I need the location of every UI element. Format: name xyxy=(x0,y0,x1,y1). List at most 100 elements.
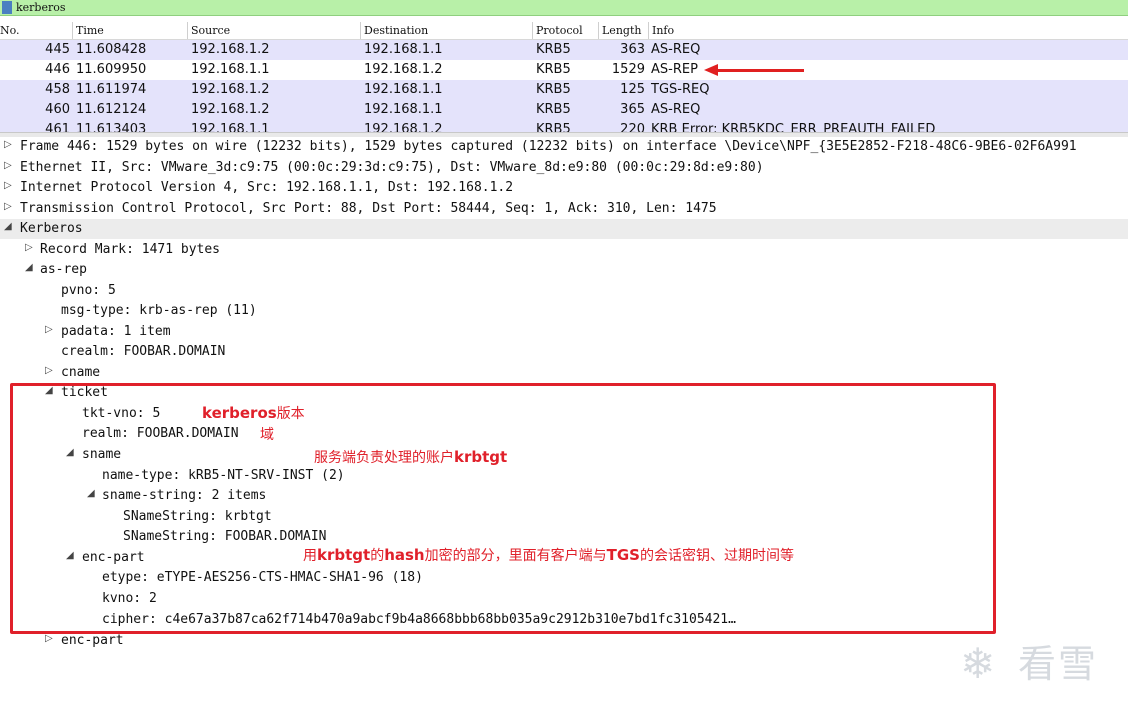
tree-item-padata[interactable]: ▷ padata: 1 item xyxy=(0,322,1128,342)
packet-length: 365 xyxy=(620,102,645,117)
tree-item-ip[interactable]: ▷ Internet Protocol Version 4, Src: 192.… xyxy=(0,178,1128,198)
packet-row[interactable]: 458 11.611974 192.168.1.2 192.168.1.1 KR… xyxy=(0,80,1128,100)
packet-destination: 192.168.1.1 xyxy=(364,42,443,57)
packet-source: 192.168.1.2 xyxy=(191,82,270,97)
packet-info: KRB Error: KRB5KDC_ERR_PREAUTH_FAILED xyxy=(651,122,936,132)
packet-info: TGS-REQ xyxy=(651,82,710,97)
column-divider[interactable] xyxy=(72,22,73,39)
tree-item-ethernet[interactable]: ▷ Ethernet II, Src: VMware_3d:c9:75 (00:… xyxy=(0,158,1128,178)
packet-source: 192.168.1.2 xyxy=(191,42,270,57)
tree-item-label: Ethernet II, Src: VMware_3d:c9:75 (00:0c… xyxy=(20,160,764,175)
tree-item-label: Internet Protocol Version 4, Src: 192.16… xyxy=(20,180,514,195)
col-header-info[interactable]: Info xyxy=(652,23,674,38)
packet-destination: 192.168.1.1 xyxy=(364,82,443,97)
tree-item-crealm[interactable]: crealm: FOOBAR.DOMAIN xyxy=(0,342,1128,362)
expand-arrow-icon[interactable]: ▷ xyxy=(4,160,12,171)
column-divider[interactable] xyxy=(532,22,533,39)
tree-item-label: Frame 446: 1529 bytes on wire (12232 bit… xyxy=(20,139,1077,154)
display-filter-input[interactable]: kerberos xyxy=(16,0,66,15)
packet-row[interactable]: 460 11.612124 192.168.1.2 192.168.1.1 KR… xyxy=(0,100,1128,120)
tree-item-label: crealm: FOOBAR.DOMAIN xyxy=(61,344,226,359)
annotation-box xyxy=(10,383,996,634)
tree-item-as-rep[interactable]: ◢ as-rep xyxy=(0,260,1128,280)
packet-row-selected[interactable]: 446 11.609950 192.168.1.1 192.168.1.2 KR… xyxy=(0,60,1128,80)
annotation-text: 的会话密钥、过期时间等 xyxy=(639,548,794,564)
col-header-no[interactable]: No. xyxy=(0,23,20,38)
tree-item-frame[interactable]: ▷ Frame 446: 1529 bytes on wire (12232 b… xyxy=(0,137,1128,157)
expand-arrow-icon[interactable]: ▷ xyxy=(4,139,12,150)
bookmark-icon[interactable] xyxy=(2,1,12,14)
packet-protocol: KRB5 xyxy=(536,122,571,132)
annotation-bold: TGS xyxy=(606,546,640,564)
packet-protocol: KRB5 xyxy=(536,62,571,77)
annotation-bold: krbtgt xyxy=(317,546,371,564)
tree-item-label: pvno: 5 xyxy=(61,283,116,298)
packet-destination: 192.168.1.2 xyxy=(364,122,443,132)
packet-time: 11.613403 xyxy=(76,122,147,132)
column-divider[interactable] xyxy=(598,22,599,39)
expand-arrow-icon[interactable]: ▷ xyxy=(45,365,53,376)
annotation-version: kerberos版本 xyxy=(202,404,305,423)
expand-arrow-icon[interactable]: ▷ xyxy=(45,633,53,644)
tree-item-record-mark[interactable]: ▷ Record Mark: 1471 bytes xyxy=(0,240,1128,260)
packet-row[interactable]: 445 11.608428 192.168.1.2 192.168.1.1 KR… xyxy=(0,40,1128,60)
packet-length: 125 xyxy=(620,82,645,97)
col-header-destination[interactable]: Destination xyxy=(364,23,428,38)
packet-source: 192.168.1.2 xyxy=(191,102,270,117)
packet-destination: 192.168.1.2 xyxy=(364,62,443,77)
packet-info: AS-REQ xyxy=(651,42,701,57)
packet-protocol: KRB5 xyxy=(536,42,571,57)
packet-info: AS-REP xyxy=(651,62,698,77)
collapse-arrow-icon[interactable]: ◢ xyxy=(4,221,12,232)
annotation-bold: hash xyxy=(384,546,425,564)
annotation-text: 用 xyxy=(303,548,317,564)
packet-protocol: KRB5 xyxy=(536,82,571,97)
annotation-arrow-head xyxy=(704,64,718,76)
display-filter-bar[interactable]: kerberos xyxy=(0,0,1128,16)
packet-list-header: No. Time Source Destination Protocol Len… xyxy=(0,22,1128,40)
col-header-time[interactable]: Time xyxy=(76,23,104,38)
packet-row[interactable]: 461 11.613403 192.168.1.1 192.168.1.2 KR… xyxy=(0,120,1128,132)
packet-info: AS-REQ xyxy=(651,102,701,117)
packet-time: 11.609950 xyxy=(76,62,147,77)
packet-time: 11.612124 xyxy=(76,102,147,117)
expand-arrow-icon[interactable]: ▷ xyxy=(4,201,12,212)
tree-item-label: Transmission Control Protocol, Src Port:… xyxy=(20,201,717,216)
tree-item-label: as-rep xyxy=(40,262,87,277)
col-header-length[interactable]: Length xyxy=(602,23,641,38)
tree-item-tcp[interactable]: ▷ Transmission Control Protocol, Src Por… xyxy=(0,199,1128,219)
col-header-protocol[interactable]: Protocol xyxy=(536,23,583,38)
column-divider[interactable] xyxy=(187,22,188,39)
packet-length: 1529 xyxy=(611,62,645,77)
watermark-text: 看雪 xyxy=(1018,642,1099,686)
packet-list[interactable]: 445 11.608428 192.168.1.2 192.168.1.1 KR… xyxy=(0,40,1128,132)
expand-arrow-icon[interactable]: ▷ xyxy=(45,324,53,335)
packet-no: 461 xyxy=(45,122,70,132)
packet-length: 363 xyxy=(620,42,645,57)
expand-arrow-icon[interactable]: ▷ xyxy=(4,180,12,191)
tree-item-label: Record Mark: 1471 bytes xyxy=(40,242,221,257)
tree-item-enc-part-outer[interactable]: ▷ enc-part xyxy=(0,631,1128,651)
column-divider[interactable] xyxy=(360,22,361,39)
tree-item-msg-type[interactable]: msg-type: krb-as-rep (11) xyxy=(0,301,1128,321)
watermark: ❄ 看雪 xyxy=(960,636,1110,692)
packet-protocol: KRB5 xyxy=(536,102,571,117)
packet-time: 11.608428 xyxy=(76,42,147,57)
expand-arrow-icon[interactable]: ▷ xyxy=(25,242,33,253)
packet-no: 458 xyxy=(45,82,70,97)
tree-item-pvno[interactable]: pvno: 5 xyxy=(0,281,1128,301)
packet-destination: 192.168.1.1 xyxy=(364,102,443,117)
tree-item-label: padata: 1 item xyxy=(61,324,171,339)
packet-source: 192.168.1.1 xyxy=(191,122,270,132)
col-header-source[interactable]: Source xyxy=(191,23,230,38)
collapse-arrow-icon[interactable]: ◢ xyxy=(25,262,33,273)
tree-item-cname[interactable]: ▷ cname xyxy=(0,363,1128,383)
packet-no: 460 xyxy=(45,102,70,117)
packet-length: 220 xyxy=(620,122,645,132)
tree-item-kerberos[interactable]: ◢ Kerberos xyxy=(0,219,1128,239)
column-divider[interactable] xyxy=(648,22,649,39)
packet-no: 445 xyxy=(45,42,70,57)
snowflake-icon: ❄ xyxy=(960,639,996,688)
tree-item-label: msg-type: krb-as-rep (11) xyxy=(61,303,257,318)
annotation-text: 服务端负责处理的账户 xyxy=(314,450,454,466)
